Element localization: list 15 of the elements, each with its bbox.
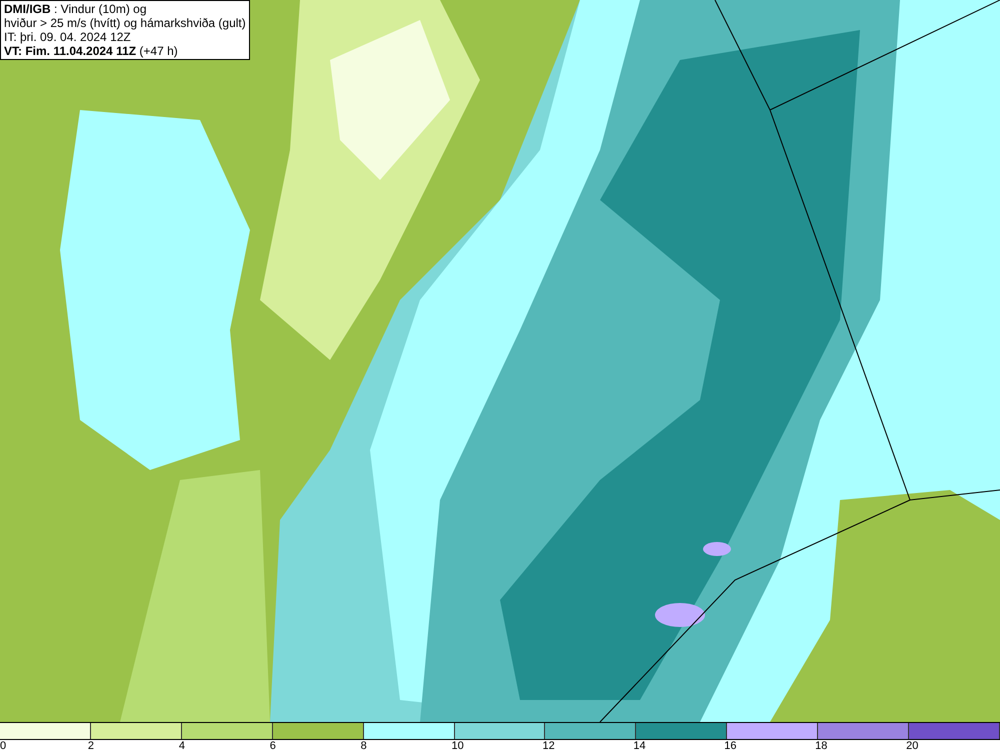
legend-tick-label: 14	[633, 740, 646, 753]
legend-tick-label: 2	[88, 740, 94, 753]
legend-tick-label: 20	[906, 740, 918, 753]
title-line: hviður > 25 m/s (hvítt) og hámarkshviða (gult)	[4, 16, 246, 30]
legend-tick-label: 12	[542, 740, 555, 753]
legend-tick-label: 4	[178, 740, 185, 753]
legend-tick-label: 16	[724, 740, 737, 753]
legend-tick-label: 18	[815, 740, 828, 753]
legend-tick-label: 10	[452, 740, 464, 753]
legend-tick-label: 8	[360, 740, 367, 753]
title-line: DMI/IGB : Vindur (10m) og	[4, 2, 148, 16]
title-line: VT: Fim. 11.04.2024 11Z (+47 h)	[4, 44, 179, 58]
title-line: IT: þri. 09. 04. 2024 12Z	[4, 30, 132, 44]
legend-tick-label: 0	[0, 740, 6, 753]
legend-tick-label: 6	[270, 740, 276, 753]
